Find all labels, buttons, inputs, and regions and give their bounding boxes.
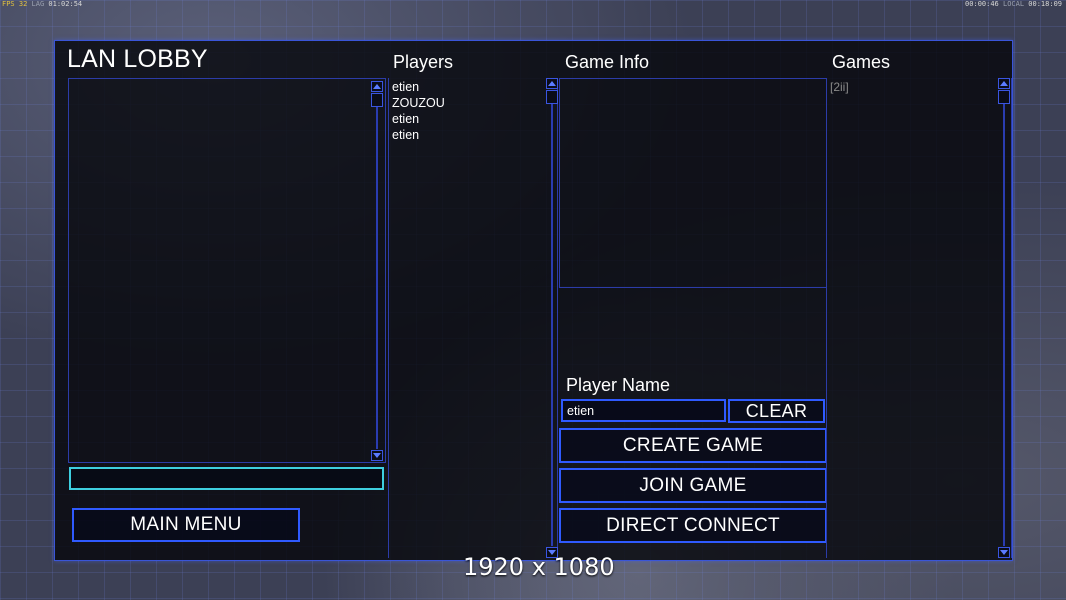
resolution-label: 1920 x 1080 (463, 553, 615, 581)
clock-label: LOCAL (1002, 0, 1025, 8)
lan-lobby-panel: LAN LOBBY Players Game Info Games MAIN M… (54, 40, 1013, 561)
players-list: etien ZOUZOU etien etien (392, 79, 445, 143)
players-header: Players (393, 52, 454, 72)
chat-log[interactable] (68, 78, 386, 463)
list-item[interactable]: etien (392, 111, 445, 127)
fps-value: 32 (18, 0, 28, 8)
game-info-box (559, 78, 827, 288)
scroll-down-icon[interactable] (998, 547, 1010, 558)
page-title: LAN LOBBY (67, 45, 208, 73)
players-panel (388, 78, 558, 558)
scroll-thumb[interactable] (546, 90, 558, 104)
scroll-up-icon[interactable] (371, 81, 383, 92)
fps-label: FPS (2, 0, 15, 8)
scroll-up-icon[interactable] (546, 78, 558, 89)
scroll-down-icon[interactable] (371, 450, 383, 461)
main-menu-button[interactable]: MAIN MENU (72, 508, 300, 542)
scroll-thumb[interactable] (998, 90, 1010, 104)
scroll-up-icon[interactable] (998, 78, 1010, 89)
status-right: 00:00:46 LOCAL 00:18:09 (965, 0, 1062, 8)
create-game-button[interactable]: CREATE GAME (559, 428, 827, 463)
chat-input[interactable] (69, 467, 384, 490)
game-time: 01:02:54 (48, 0, 83, 8)
players-scrollbar[interactable] (546, 78, 558, 558)
join-game-button[interactable]: JOIN GAME (559, 468, 827, 503)
games-list: [2ii] (830, 79, 849, 95)
scroll-thumb[interactable] (371, 93, 383, 107)
player-name-input[interactable]: etien (561, 399, 726, 422)
list-item[interactable]: ZOUZOU (392, 95, 445, 111)
direct-connect-button[interactable]: DIRECT CONNECT (559, 508, 827, 543)
lag-label: LAG (31, 0, 45, 8)
game-info-header: Game Info (565, 52, 650, 72)
games-panel (826, 78, 1012, 558)
list-item[interactable]: [2ii] (830, 79, 849, 95)
games-header: Games (832, 52, 891, 72)
clear-button[interactable]: CLEAR (728, 399, 825, 423)
local-clock: 00:18:09 (1028, 0, 1062, 8)
list-item[interactable]: etien (392, 127, 445, 143)
list-item[interactable]: etien (392, 79, 445, 95)
games-scrollbar[interactable] (998, 78, 1010, 558)
status-left: FPS 32 LAG 01:02:54 (2, 0, 82, 8)
elapsed-time: 00:00:46 (965, 0, 999, 8)
chat-scrollbar[interactable] (371, 81, 383, 461)
player-name-label: Player Name (566, 375, 671, 395)
